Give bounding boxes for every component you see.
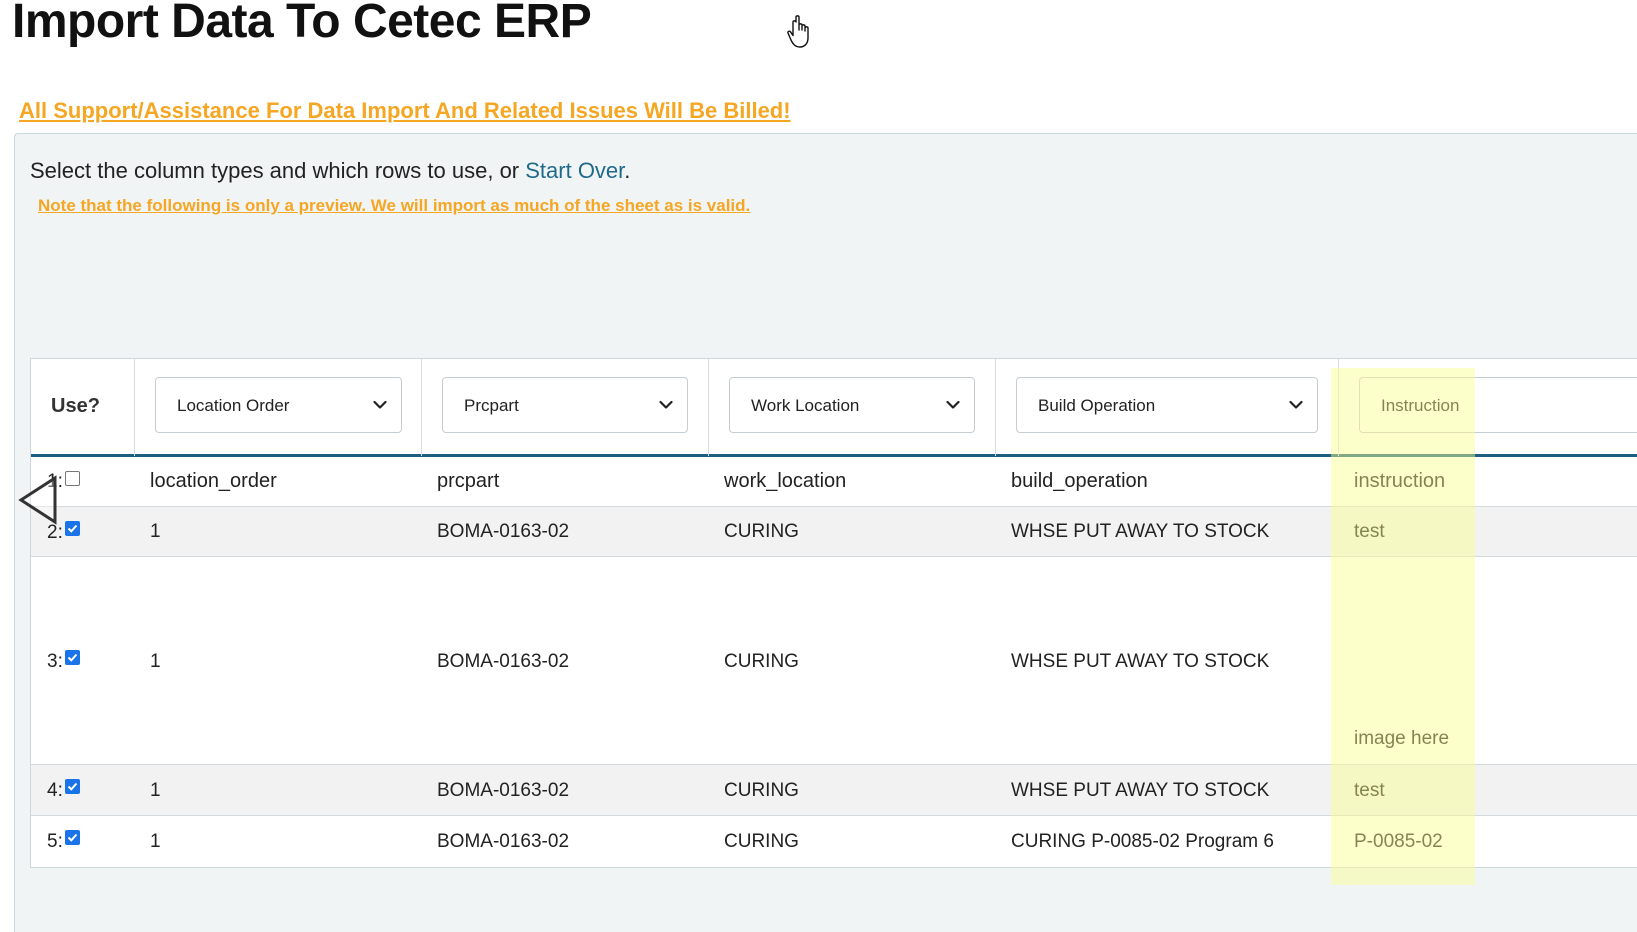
check-icon <box>67 833 78 842</box>
table-cell: 1 <box>150 651 161 672</box>
check-icon <box>67 782 78 791</box>
use-row-checkbox[interactable] <box>65 471 80 486</box>
row-number: 5: <box>47 831 63 852</box>
column-type-select-build-operation[interactable]: Build Operation <box>1016 377 1318 433</box>
table-cell: 1 <box>150 521 161 542</box>
table-row: 3: 1 BOMA-0163-02 CURING WHSE PUT AWAY T… <box>31 557 1637 765</box>
select-value: Prcpart <box>464 396 519 415</box>
select-value: Instruction <box>1381 396 1460 415</box>
table-cell: CURING P-0085-02 Program 6 <box>1011 831 1274 852</box>
column-type-select-prcpart[interactable]: Prcpart <box>442 377 688 433</box>
column-type-select-work-location[interactable]: Work Location <box>729 377 975 433</box>
table-cell: build_operation <box>1011 470 1148 492</box>
column-divider <box>421 359 422 456</box>
use-row-checkbox[interactable] <box>65 830 80 845</box>
table-cell: CURING <box>724 521 799 542</box>
table-cell: BOMA-0163-02 <box>437 831 570 852</box>
table-cell: WHSE PUT AWAY TO STOCK <box>1011 651 1270 672</box>
use-column-header: Use? <box>51 395 100 417</box>
column-type-select-location-order[interactable]: Location Order <box>155 377 402 433</box>
column-type-header: Use? Location Order Prcpart Work Locatio… <box>31 359 1637 457</box>
check-icon <box>67 653 78 662</box>
table-cell: CURING <box>724 651 799 672</box>
preview-note: Note that the following is only a previe… <box>38 196 751 215</box>
import-page: Import Data To Cetec ERP All Support/Ass… <box>0 0 1637 932</box>
table-cell: test <box>1354 521 1385 542</box>
table-cell: BOMA-0163-02 <box>437 521 570 542</box>
select-value: Location Order <box>177 396 290 415</box>
select-value: Build Operation <box>1038 396 1156 415</box>
chevron-down-icon <box>1289 400 1303 409</box>
billing-warning-link[interactable]: All Support/Assistance For Data Import A… <box>19 98 791 124</box>
use-row-checkbox[interactable] <box>65 521 80 536</box>
table-cell: location_order <box>150 470 277 492</box>
table-cell: test <box>1354 780 1385 801</box>
table-cell: 1 <box>150 831 161 852</box>
instructions-text: Select the column types and which rows t… <box>30 158 630 184</box>
table-cell: work_location <box>724 470 847 492</box>
chevron-left-icon[interactable] <box>17 474 61 526</box>
use-row-checkbox[interactable] <box>65 779 80 794</box>
instructions-prefix: Select the column types and which rows t… <box>30 158 526 183</box>
table-cell: instruction <box>1354 470 1446 492</box>
table-cell: 1 <box>150 780 161 801</box>
table-cell: image here <box>1354 728 1450 749</box>
table-row: 2: 1 BOMA-0163-02 CURING WHSE PUT AWAY T… <box>31 507 1637 557</box>
chevron-down-icon <box>946 400 960 409</box>
table-cell: BOMA-0163-02 <box>437 780 570 801</box>
chevron-down-icon <box>373 400 387 409</box>
check-icon <box>67 524 78 533</box>
column-divider <box>995 359 996 456</box>
instructions-suffix: . <box>624 158 631 183</box>
table-row: 4: 1 BOMA-0163-02 CURING WHSE PUT AWAY T… <box>31 765 1637 816</box>
hand-pointer-icon <box>787 15 809 48</box>
column-divider <box>1338 359 1339 456</box>
column-divider <box>134 359 135 456</box>
table-cell: CURING <box>724 831 799 852</box>
select-value: Work Location <box>751 396 860 415</box>
column-divider <box>708 359 709 456</box>
row-number: 3: <box>47 651 63 672</box>
table-cell: WHSE PUT AWAY TO STOCK <box>1011 780 1270 801</box>
start-over-link[interactable]: Start Over <box>525 158 624 183</box>
table-cell: P-0085-02 <box>1354 831 1443 852</box>
table-row: 5: 1 BOMA-0163-02 CURING CURING P-0085-0… <box>31 816 1637 867</box>
page-title: Import Data To Cetec ERP <box>12 0 592 48</box>
table-cell: BOMA-0163-02 <box>437 651 570 672</box>
table-cell: WHSE PUT AWAY TO STOCK <box>1011 521 1270 542</box>
table-row: 1: location_order prcpart work_location … <box>31 457 1637 507</box>
preview-table: Use? Location Order Prcpart Work Locatio… <box>30 358 1637 868</box>
table-cell: CURING <box>724 780 799 801</box>
row-number: 4: <box>47 780 63 801</box>
table-cell: prcpart <box>437 470 500 492</box>
column-type-select-instruction[interactable]: Instruction <box>1359 377 1637 433</box>
use-row-checkbox[interactable] <box>65 650 80 665</box>
chevron-down-icon <box>659 400 673 409</box>
